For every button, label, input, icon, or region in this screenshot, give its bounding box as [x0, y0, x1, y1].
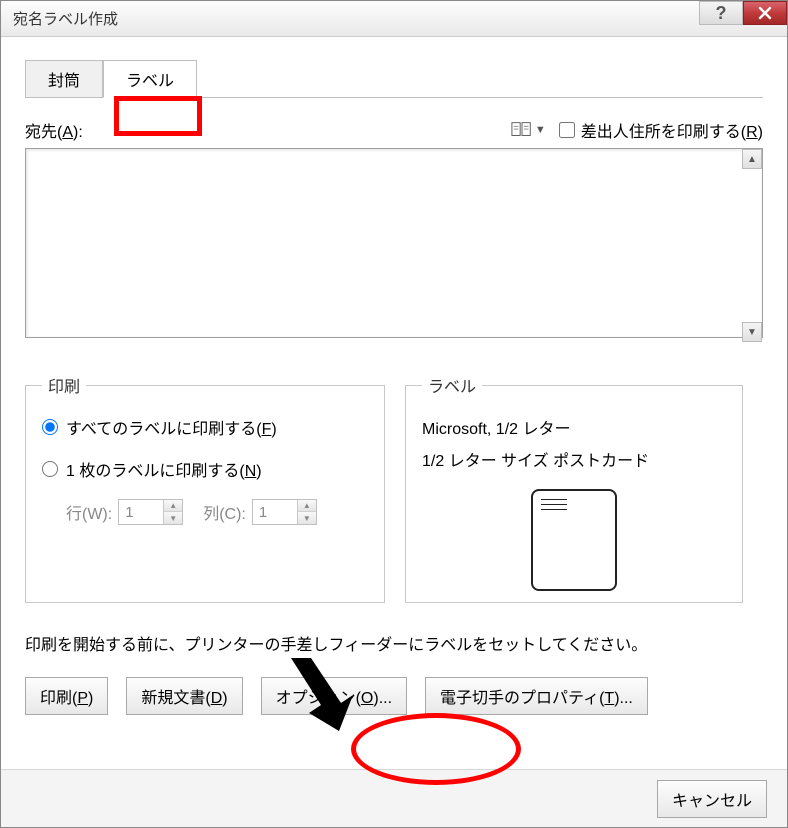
sender-address-label: 差出人住所を印刷する(R) [581, 118, 763, 142]
tab-label[interactable]: ラベル [103, 60, 197, 98]
address-book-icon [511, 121, 533, 139]
sender-address-checkbox[interactable] [559, 122, 575, 138]
col-label: 列(C): [203, 500, 246, 524]
close-icon [758, 6, 772, 20]
instruction-text: 印刷を開始する前に、プリンターの手差しフィーダーにラベルをセットしてください。 [25, 631, 763, 655]
row-spinner[interactable]: ▲▼ [118, 499, 183, 525]
label-product: 1/2 レター サイズ ポストカード [422, 447, 726, 471]
print-groupbox: 印刷 すべてのラベルに印刷する(F) 1 枚のラベルに印刷する(N) 行(W): [25, 373, 385, 603]
print-all-row: すべてのラベルに印刷する(F) [42, 415, 368, 439]
print-button[interactable]: 印刷(P) [25, 677, 108, 715]
tab-envelope[interactable]: 封筒 [25, 60, 103, 98]
scroll-down-button[interactable]: ▼ [742, 322, 762, 342]
e-postage-properties-button[interactable]: 電子切手のプロパティ(T)... [425, 677, 648, 715]
address-book-button[interactable]: ▼ [506, 118, 551, 142]
print-single-label: 1 枚のラベルに印刷する(N) [66, 457, 262, 481]
print-single-radio[interactable] [42, 461, 58, 477]
label-groupbox: ラベル Microsoft, 1/2 レター 1/2 レター サイズ ポストカー… [405, 373, 743, 603]
help-button[interactable]: ? [699, 1, 743, 25]
new-document-button[interactable]: 新規文書(D) [126, 677, 242, 715]
row-label: 行(W): [66, 500, 112, 524]
row-spin-buttons[interactable]: ▲▼ [163, 500, 182, 524]
address-textarea[interactable] [25, 148, 763, 338]
label-vendor: Microsoft, 1/2 レター [422, 415, 726, 439]
dropdown-arrow-icon: ▼ [535, 124, 546, 136]
print-all-radio[interactable] [42, 419, 58, 435]
cancel-button[interactable]: キャンセル [657, 780, 767, 818]
tab-strip: 封筒 ラベル [25, 59, 763, 98]
dialog-footer: キャンセル [1, 769, 787, 827]
close-button[interactable] [743, 1, 787, 25]
scroll-up-button[interactable]: ▲ [742, 149, 762, 169]
options-button[interactable]: オプション(O)... [261, 677, 407, 715]
print-legend: 印刷 [42, 373, 86, 397]
col-spinner[interactable]: ▲▼ [252, 499, 317, 525]
dialog-title: 宛名ラベル作成 [13, 8, 118, 29]
row-input[interactable] [119, 500, 163, 524]
titlebar: 宛名ラベル作成 ? [1, 1, 787, 37]
label-legend: ラベル [422, 373, 482, 397]
col-spin-buttons[interactable]: ▲▼ [297, 500, 316, 524]
label-preview-icon [531, 489, 617, 591]
print-all-label: すべてのラベルに印刷する(F) [66, 415, 277, 439]
col-input[interactable] [253, 500, 297, 524]
labels-dialog: 宛名ラベル作成 ? 封筒 ラベル 宛先(A): [0, 0, 788, 828]
sender-address-checkbox-row: 差出人住所を印刷する(R) [559, 118, 763, 142]
address-label: 宛先(A): [25, 118, 83, 142]
print-single-row: 1 枚のラベルに印刷する(N) [42, 457, 368, 481]
